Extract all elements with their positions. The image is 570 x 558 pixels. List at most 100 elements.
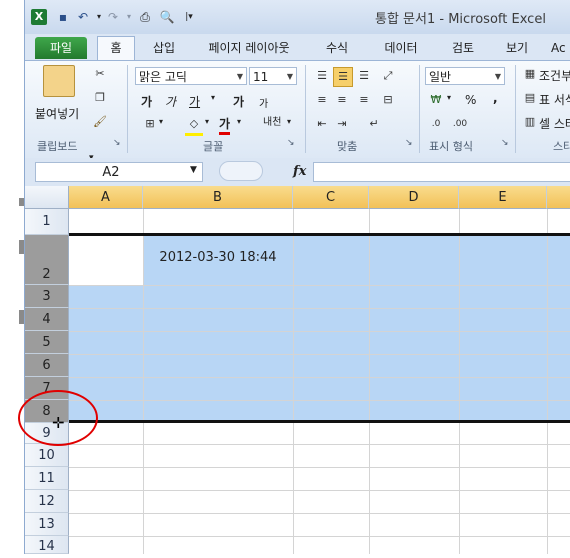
phonetic-dropdown-icon[interactable]: ▾ xyxy=(287,117,291,126)
align-center-icon[interactable]: ≡ xyxy=(333,91,351,109)
borders-dropdown-icon[interactable]: ▾ xyxy=(159,117,163,126)
underline-button[interactable]: 가 xyxy=(189,93,200,110)
row-header[interactable]: 6 xyxy=(25,354,69,377)
font-launcher-icon[interactable]: ↘ xyxy=(287,138,295,148)
tab-insert[interactable]: 삽입 xyxy=(143,37,185,59)
conditional-format-button[interactable]: 조건부 xyxy=(539,67,570,84)
column-header-d[interactable]: D xyxy=(369,186,459,209)
align-top-icon[interactable]: ☰ xyxy=(313,67,331,85)
tab-page-layout[interactable]: 페이지 레이아웃 xyxy=(199,37,299,59)
row-header[interactable]: 5 xyxy=(25,331,69,354)
format-table-icon[interactable]: ▤ xyxy=(521,89,539,107)
redo-dropdown-icon[interactable]: ▾ xyxy=(121,9,137,25)
percent-button[interactable]: % xyxy=(465,93,476,107)
column-header-c[interactable]: C xyxy=(293,186,369,209)
column-header-a[interactable]: A xyxy=(69,186,143,209)
number-launcher-icon[interactable]: ↘ xyxy=(501,138,509,148)
align-right-icon[interactable]: ≡ xyxy=(355,91,373,109)
tab-formulas[interactable]: 수식 xyxy=(317,37,357,59)
row-header[interactable]: 13 xyxy=(25,513,69,536)
formula-bar-handle[interactable] xyxy=(219,161,263,181)
comma-button[interactable]: , xyxy=(493,91,498,105)
row-header[interactable]: 10 xyxy=(25,444,69,467)
column-header-e[interactable]: E xyxy=(459,186,547,209)
tab-view[interactable]: 보기 xyxy=(497,37,537,59)
cut-icon[interactable]: ✂ xyxy=(91,65,109,83)
undo-icon[interactable]: ↶ xyxy=(75,9,91,25)
align-bottom-icon[interactable]: ☰ xyxy=(355,67,373,85)
tab-addins[interactable]: Ac xyxy=(551,37,570,59)
tab-home[interactable]: 홈 xyxy=(97,36,135,61)
alignment-launcher-icon[interactable]: ↘ xyxy=(405,138,413,148)
alignment-group-label: 맞춤 xyxy=(337,140,358,153)
underline-dropdown-icon[interactable]: ▾ xyxy=(211,93,215,102)
font-color-button[interactable]: 가 xyxy=(219,115,231,135)
row-header[interactable]: 14 xyxy=(25,536,69,554)
merge-center-icon[interactable]: ⊟ xyxy=(379,91,397,109)
row-gridline xyxy=(69,331,570,332)
increase-indent-icon[interactable]: ⇥ xyxy=(333,115,351,133)
currency-icon[interactable]: ₩ xyxy=(427,91,445,109)
phonetic-button[interactable]: 내천 xyxy=(263,113,281,128)
formula-bar: A2 ▼ fx xyxy=(25,158,570,186)
bold-button[interactable]: 가 xyxy=(141,93,152,110)
paste-icon[interactable] xyxy=(43,65,75,97)
number-format-select[interactable]: 일반 ▼ xyxy=(425,67,505,85)
align-middle-icon[interactable]: ☰ xyxy=(333,67,353,87)
row-header[interactable]: 11 xyxy=(25,467,69,490)
tab-data[interactable]: 데이터 xyxy=(375,37,427,59)
print-icon[interactable]: ⎙ xyxy=(137,9,153,25)
grow-font-button[interactable]: 가 xyxy=(233,93,244,110)
group-separator xyxy=(127,65,128,153)
orientation-icon[interactable]: ⤢ xyxy=(379,67,397,85)
print-preview-icon[interactable]: 🔍 xyxy=(159,9,175,25)
formula-input[interactable] xyxy=(313,162,570,182)
fill-dropdown-icon[interactable]: ▾ xyxy=(205,117,209,126)
decrease-indent-icon[interactable]: ⇤ xyxy=(313,115,331,133)
redo-icon[interactable]: ↷ xyxy=(105,9,121,25)
wrap-text-icon[interactable]: ↵ xyxy=(365,115,383,133)
font-size-select[interactable]: 11 ▼ xyxy=(249,67,297,85)
save-icon[interactable]: ▪ xyxy=(55,9,71,25)
excel-logo-icon[interactable]: X xyxy=(31,9,47,25)
cell-styles-button[interactable]: 셀 스타일 xyxy=(539,115,570,132)
format-painter-icon[interactable]: 🖌 xyxy=(91,113,109,131)
decrease-decimal-icon[interactable]: .00 xyxy=(451,115,469,133)
borders-icon[interactable]: ⊞ xyxy=(141,115,159,133)
chevron-down-icon: ▼ xyxy=(494,72,501,81)
column-header-b[interactable]: B xyxy=(143,186,293,209)
row-header[interactable]: 1 xyxy=(25,209,69,235)
ribbon-tabs: 파일 홈 삽입 페이지 레이아웃 수식 데이터 검토 보기 Ac xyxy=(25,34,570,61)
format-table-button[interactable]: 표 서식 xyxy=(539,91,570,108)
italic-button[interactable]: 가 xyxy=(165,93,176,110)
fill-color-icon[interactable]: ◇ xyxy=(185,115,203,136)
chevron-down-icon[interactable]: ▼ xyxy=(190,165,197,175)
increase-decimal-icon[interactable]: .0 xyxy=(427,115,445,133)
font-name-select[interactable]: 맑은 고딕 ▼ xyxy=(135,67,247,85)
paste-label[interactable]: 붙여넣기 xyxy=(35,105,79,122)
fx-icon[interactable]: fx xyxy=(293,164,306,179)
tab-review[interactable]: 검토 xyxy=(443,37,483,59)
select-all-corner[interactable] xyxy=(25,186,69,209)
copy-icon[interactable]: ❐ xyxy=(91,89,109,107)
row-header[interactable]: 4 xyxy=(25,308,69,331)
conditional-format-icon[interactable]: ▦ xyxy=(521,65,539,83)
tab-file[interactable]: 파일 xyxy=(35,37,87,59)
customize-icon[interactable]: |▾ xyxy=(181,9,197,25)
font-color-dropdown-icon[interactable]: ▾ xyxy=(237,117,241,126)
active-cell-a2[interactable] xyxy=(69,235,143,285)
cell-styles-icon[interactable]: ▥ xyxy=(521,113,539,131)
column-header-f[interactable] xyxy=(547,186,570,209)
currency-dropdown-icon[interactable]: ▾ xyxy=(447,93,451,102)
shrink-font-button[interactable]: 가 xyxy=(259,95,268,110)
align-left-icon[interactable]: ≡ xyxy=(313,91,331,109)
row-header[interactable]: 12 xyxy=(25,490,69,513)
name-box[interactable]: A2 ▼ xyxy=(35,162,203,182)
clipboard-launcher-icon[interactable]: ↘ xyxy=(113,138,121,148)
row-header[interactable]: 3 xyxy=(25,285,69,308)
font-name-value: 맑은 고딕 xyxy=(139,70,187,84)
row-gridline xyxy=(69,490,570,491)
cell-b2[interactable]: 2012-03-30 18:44 xyxy=(143,250,293,265)
worksheet-grid[interactable]: 2012-03-30 18:44 A B C D E 1 2 3 4 5 6 7… xyxy=(18,186,570,554)
row-header[interactable]: 2 xyxy=(25,235,69,285)
